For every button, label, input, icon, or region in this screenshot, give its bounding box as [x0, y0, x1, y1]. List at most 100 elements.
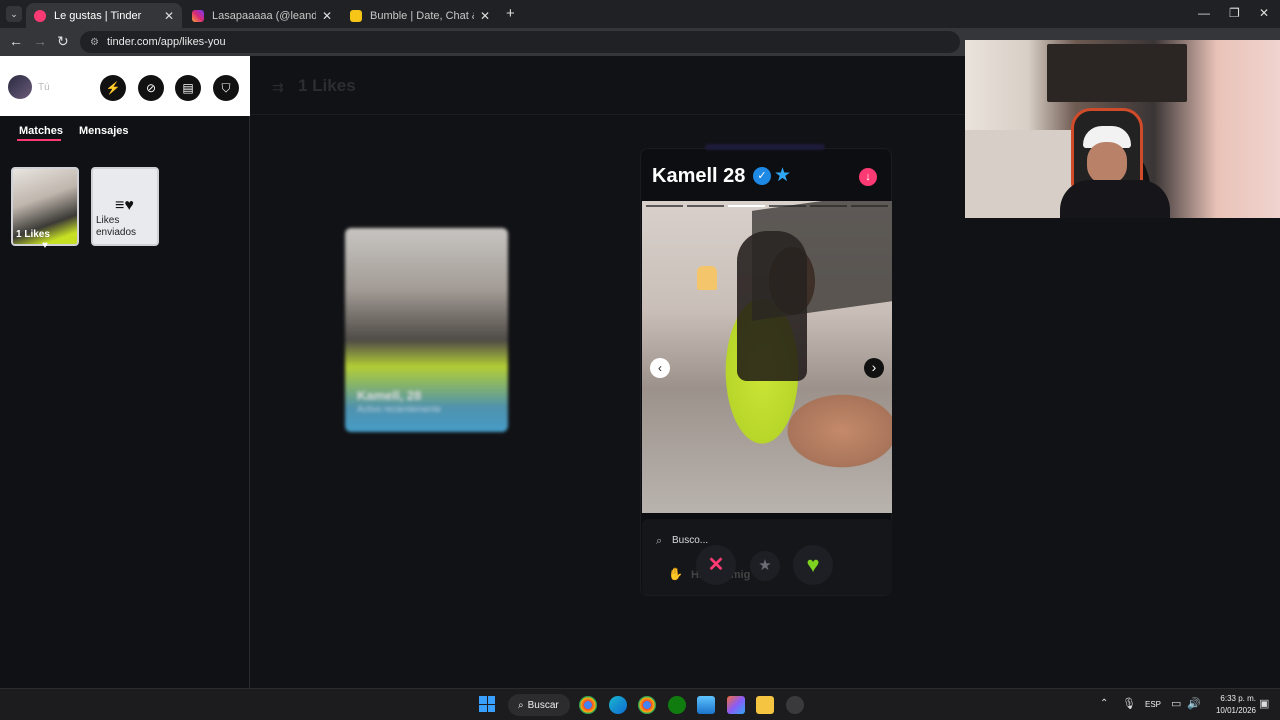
- edge-icon[interactable]: [609, 696, 627, 714]
- windows-taskbar: ⌕ Buscar ⌃ 🎙 ESP ▭ 🔊 6:33 p. m. 10/01/20…: [0, 688, 1280, 720]
- tinder-favicon-icon: [34, 9, 46, 22]
- briefcase-icon[interactable]: ▤: [175, 75, 201, 101]
- avatar[interactable]: [8, 75, 32, 99]
- xbox-icon[interactable]: [668, 696, 686, 714]
- next-photo-button[interactable]: ›: [864, 358, 884, 378]
- tab-search-button[interactable]: ⌄: [6, 6, 22, 22]
- photo-headboard: [752, 201, 892, 321]
- like-button[interactable]: ♥: [793, 545, 833, 585]
- address-bar[interactable]: ⚙ tinder.com/app/likes-you: [80, 31, 960, 53]
- photo-progress-segment[interactable]: [646, 205, 683, 207]
- volume-icon[interactable]: 🔊: [1187, 697, 1201, 710]
- photo-progress-segment[interactable]: [810, 205, 847, 207]
- profile-label[interactable]: Tú: [38, 82, 50, 93]
- tab-matches[interactable]: Matches: [19, 125, 63, 137]
- search-icon: ⌕: [518, 699, 524, 711]
- compass-icon[interactable]: ⊘: [138, 75, 164, 101]
- minimize-icon[interactable]: —: [1198, 6, 1210, 20]
- search-icon: ⌕: [656, 535, 663, 547]
- photo-progress-segment[interactable]: [728, 205, 765, 207]
- profile-name-text: Kamell: [652, 165, 718, 187]
- chrome-icon[interactable]: [638, 696, 656, 714]
- browser-tab-strip: ⌄ Le gustas | Tinder ✕ Lasapaaaaa (@lean…: [0, 0, 1280, 28]
- webcam-wall-art: [1047, 44, 1187, 102]
- heart-icon: ♥: [806, 552, 820, 577]
- close-window-icon[interactable]: ✕: [1259, 6, 1269, 20]
- tab-title: Le gustas | Tinder: [54, 9, 142, 22]
- profile-photo[interactable]: ‹ ›: [642, 201, 892, 513]
- sent-likes-card[interactable]: ≡♥ Likes enviados: [91, 167, 159, 246]
- blurred-card-name: Kamell, 28: [357, 388, 422, 403]
- start-icon[interactable]: [479, 696, 495, 712]
- blurred-like-card[interactable]: Kamell, 28 Activo recientemente: [345, 228, 508, 432]
- taskbar-search[interactable]: ⌕ Buscar: [508, 694, 570, 716]
- nope-icon: ✕: [707, 554, 725, 576]
- tab-matches-underline: [17, 139, 61, 141]
- clock-time[interactable]: 6:33 p. m.: [1212, 694, 1256, 703]
- tab-tinder[interactable]: Le gustas | Tinder ✕: [26, 3, 182, 28]
- likes-card[interactable]: 1 Likes: [11, 167, 79, 246]
- heart-cursor-icon: ♥: [42, 240, 48, 251]
- forward-icon[interactable]: →: [33, 33, 47, 49]
- webcam-face: [1087, 142, 1127, 184]
- bumble-favicon-icon: [350, 9, 362, 22]
- tab-bumble[interactable]: Bumble | Date, Chat & Meet Ne ✕: [342, 3, 498, 28]
- superlike-button[interactable]: ★: [750, 551, 780, 581]
- file-explorer-icon[interactable]: [756, 696, 774, 714]
- close-tab-icon[interactable]: ✕: [164, 9, 174, 23]
- close-tab-icon[interactable]: ✕: [480, 9, 490, 23]
- tab-title: Lasapaaaaa (@leandroloaizam): [212, 9, 316, 22]
- microphone-icon[interactable]: 🎙: [1122, 697, 1136, 710]
- bolt-icon[interactable]: ⚡: [100, 75, 126, 101]
- instagram-favicon-icon: [192, 9, 204, 22]
- nope-button[interactable]: ✕: [696, 545, 736, 585]
- shield-icon[interactable]: ⛉: [213, 75, 239, 101]
- chrome-profile-icon[interactable]: [579, 696, 597, 714]
- taskbar-search-label: Buscar: [527, 699, 559, 711]
- webcam-bed: [965, 130, 1075, 218]
- restore-icon[interactable]: ❐: [1229, 6, 1240, 20]
- looking-for-label: Busco...: [672, 535, 709, 546]
- photo-progress-segment[interactable]: [769, 205, 806, 207]
- sidebar-header: Tú ⚡ ⊘ ▤ ⛉: [0, 56, 250, 116]
- sidebar: Tú ⚡ ⊘ ▤ ⛉ Matches Mensajes 1 Likes ♥ ≡♥…: [0, 56, 250, 688]
- url-text: tinder.com/app/likes-you: [106, 36, 226, 48]
- language-indicator[interactable]: ESP: [1145, 700, 1161, 709]
- profile-name: Kamell 28: [652, 165, 745, 188]
- verified-badge-icon: ✓: [753, 167, 771, 185]
- sent-likes-icon: ≡♥: [115, 197, 134, 214]
- network-icon[interactable]: ▭: [1171, 697, 1181, 710]
- likes-card-label: 1 Likes: [16, 229, 50, 240]
- settings-icon[interactable]: [786, 696, 804, 714]
- blurred-card-status: Activo recientemente: [357, 404, 442, 414]
- photo-progress-segment[interactable]: [851, 205, 888, 207]
- tab-title: Bumble | Date, Chat & Meet Ne: [370, 9, 474, 22]
- clock-date[interactable]: 10/01/2026: [1206, 706, 1256, 715]
- photo-lamp: [697, 266, 717, 290]
- blurred-tooltip: [705, 144, 825, 150]
- likes-header-icon: ⇉: [272, 79, 284, 95]
- likes-count-text: 1 Likes: [298, 76, 356, 95]
- wave-icon: ✋: [668, 567, 683, 581]
- webcam-body: [1060, 180, 1170, 218]
- sent-likes-label: Likes enviados: [96, 215, 137, 238]
- notification-icon[interactable]: ▣: [1259, 697, 1269, 710]
- copilot-icon[interactable]: [727, 696, 745, 714]
- previous-photo-button[interactable]: ‹: [650, 358, 670, 378]
- photo-progress-segment[interactable]: [687, 205, 724, 207]
- webcam-overlay: [965, 40, 1280, 218]
- close-profile-button[interactable]: ↓: [859, 168, 877, 186]
- site-info-icon[interactable]: ⚙: [90, 37, 99, 48]
- star-badge-icon: ★: [774, 165, 792, 186]
- profile-card: Kamell 28 ✓ ★ ↓ ‹ › ⌕ Busco... ✋ Hacer a…: [640, 148, 892, 596]
- tab-instagram[interactable]: Lasapaaaaa (@leandroloaizam) ✕: [184, 3, 340, 28]
- photos-icon[interactable]: [697, 696, 715, 714]
- likes-count-title: 1 Likes: [298, 76, 356, 96]
- chevron-up-icon[interactable]: ⌃: [1100, 698, 1108, 709]
- back-icon[interactable]: ←: [9, 33, 23, 49]
- tab-messages[interactable]: Mensajes: [79, 125, 129, 137]
- star-icon: ★: [758, 557, 772, 574]
- reload-icon[interactable]: ↻: [57, 33, 69, 50]
- close-tab-icon[interactable]: ✕: [322, 9, 332, 23]
- new-tab-button[interactable]: +: [506, 5, 515, 22]
